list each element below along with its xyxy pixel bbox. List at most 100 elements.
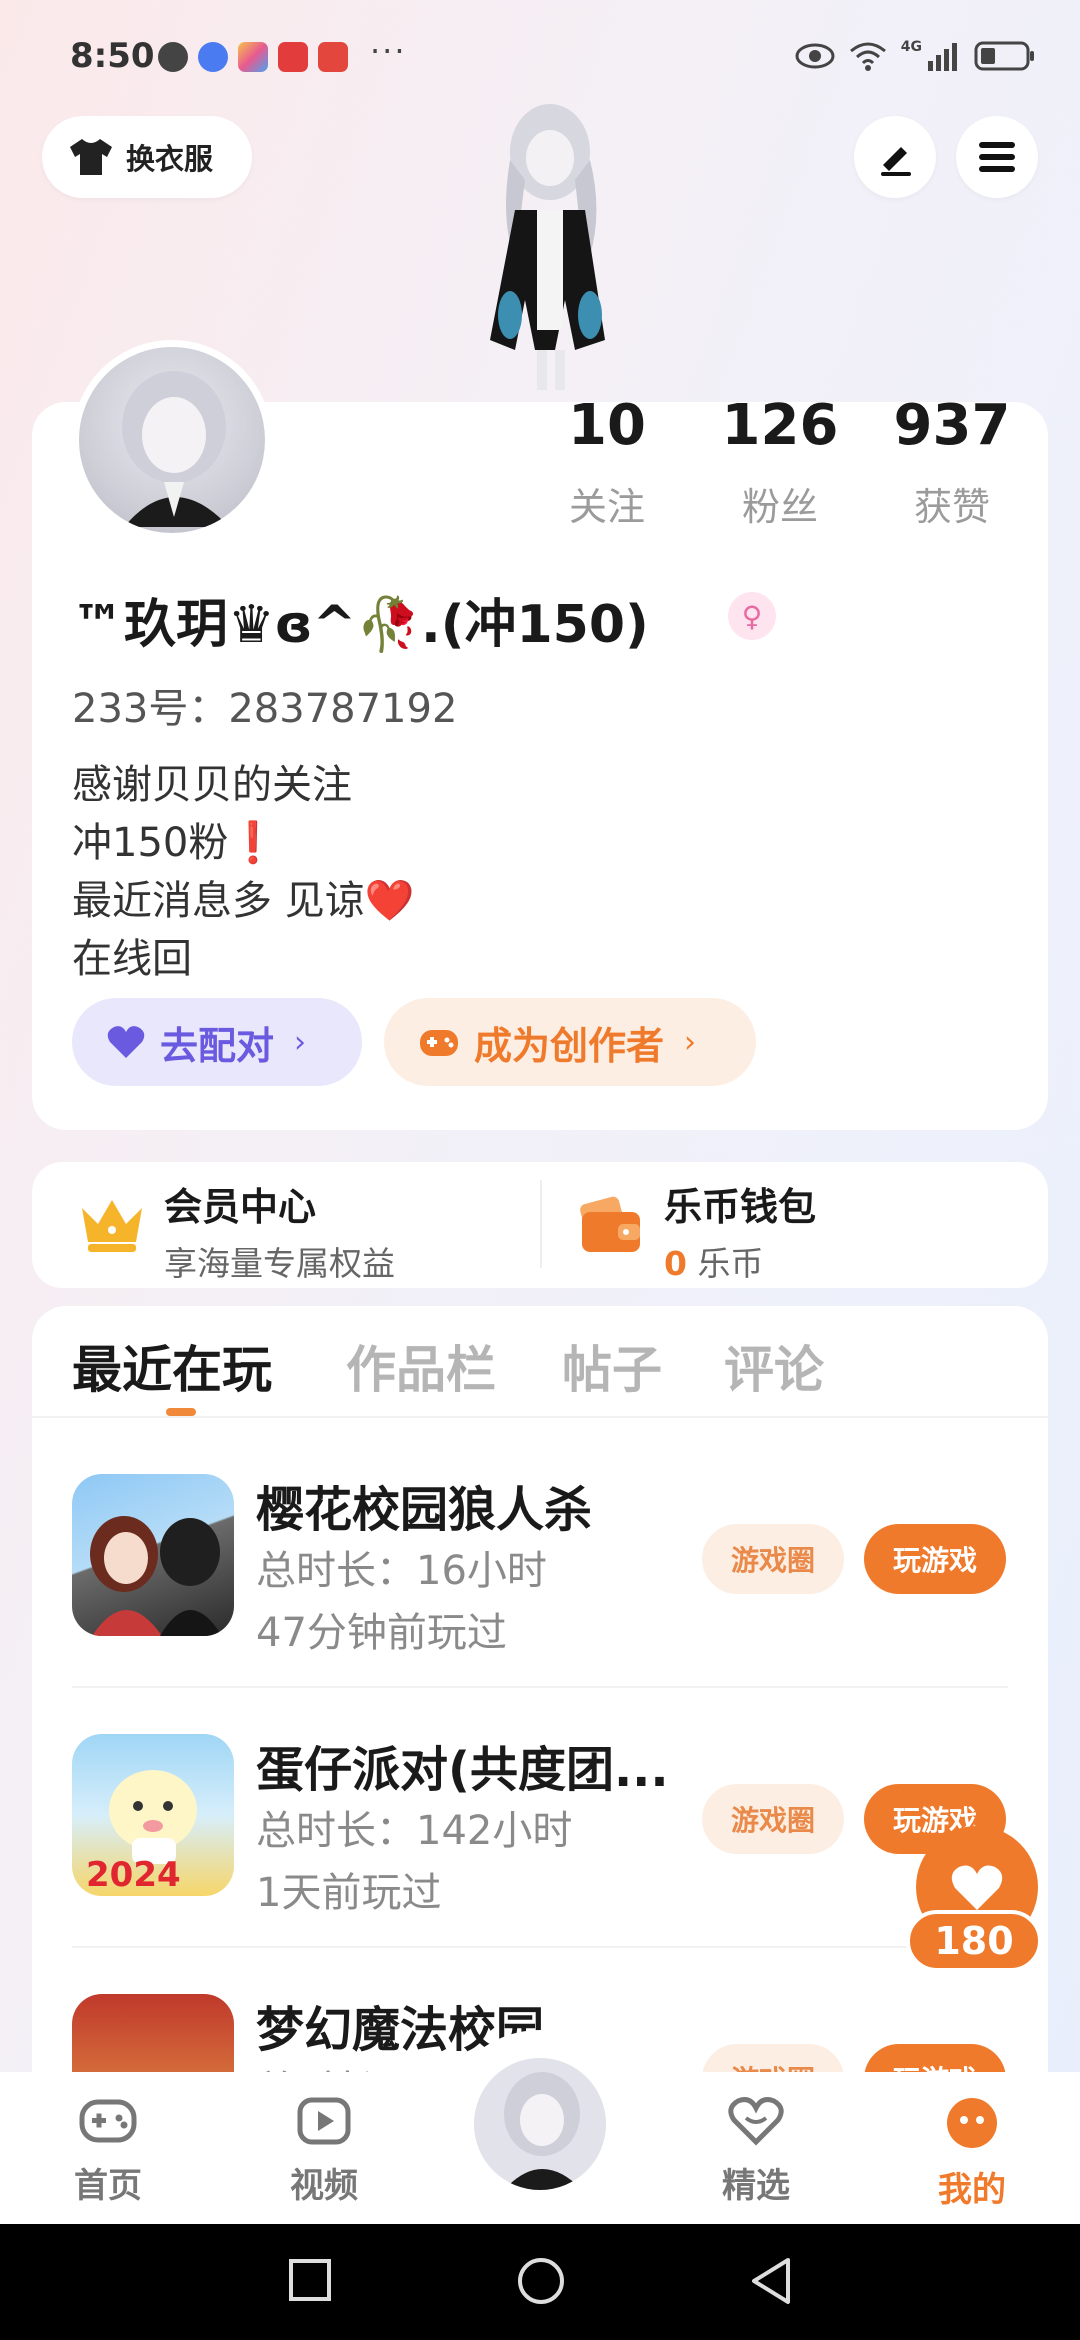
bio-line: 冲150粉❗	[72, 820, 279, 866]
avatar-image	[474, 2058, 606, 2190]
eye-icon	[795, 43, 835, 69]
nav-picks[interactable]: 精选	[686, 2096, 826, 2207]
game-title: 樱花校园狼人杀	[256, 1482, 593, 1538]
bio-line: 在线回	[72, 936, 192, 982]
gamepad-icon	[79, 2099, 137, 2143]
game-icon	[72, 1994, 234, 2072]
game-icon-year-label: 2024	[86, 1855, 181, 1895]
game-row[interactable]: 2024 蛋仔派对(共度团... 总时长：142小时 1天前玩过 游戏圈 玩游戏	[32, 1690, 1048, 1950]
play-game-button[interactable]: 玩游戏	[864, 2044, 1006, 2072]
change-outfit-button[interactable]: 换衣服	[42, 116, 252, 198]
circle-icon	[518, 2258, 564, 2304]
play-icon	[297, 2097, 351, 2145]
user-id[interactable]: 233号：283787192	[72, 676, 457, 734]
pen-icon	[881, 147, 911, 176]
nav-home[interactable]: 首页	[38, 2096, 178, 2207]
bio-line: 感谢贝贝的关注	[72, 762, 352, 808]
game-title: 蛋仔派对(共度团...	[256, 1742, 669, 1798]
female-icon: ♀	[728, 592, 776, 640]
profile-face-icon	[947, 2098, 997, 2148]
stat-fans[interactable]: 126 粉丝	[700, 398, 860, 531]
battery-icon	[974, 41, 1034, 71]
menu-icon	[979, 142, 1015, 172]
divider	[32, 1416, 1048, 1418]
game-duration: 总时长：142小时	[256, 1808, 573, 1854]
home-button[interactable]	[516, 2256, 566, 2310]
square-icon	[289, 2259, 331, 2301]
game-row[interactable]: 樱花校园狼人杀 总时长：16小时 47分钟前玩过 游戏圈 玩游戏	[32, 1430, 1048, 1690]
divider	[540, 1180, 542, 1268]
wallet-balance: 0	[664, 1244, 687, 1283]
bio-line: 最近消息多 见谅❤️	[72, 878, 415, 924]
fans-count: 126	[721, 393, 839, 458]
tab-posts[interactable]: 帖子	[562, 1330, 662, 1402]
music-icon	[198, 42, 228, 72]
heart-icon	[107, 1026, 145, 1058]
nav-home-label: 首页	[74, 2166, 142, 2206]
wechat-icon	[158, 42, 188, 72]
menu-button[interactable]	[956, 116, 1038, 198]
stat-likes[interactable]: 937 获赞	[872, 398, 1032, 531]
stat-following[interactable]: 10 关注	[527, 398, 687, 531]
member-center-entry[interactable]: 会员中心 享海量专属权益	[164, 1176, 395, 1285]
heart-icon	[951, 1865, 1003, 1910]
play-game-button[interactable]: 玩游戏	[864, 1524, 1006, 1594]
shirt-icon	[70, 139, 112, 175]
nav-mine[interactable]: 我的	[902, 2096, 1042, 2211]
huawei-icon	[278, 42, 308, 72]
chevron-right-icon: ›	[684, 1024, 697, 1060]
game-icon	[72, 1474, 234, 1636]
nav-picks-label: 精选	[722, 2166, 790, 2206]
become-creator-button[interactable]: 成为创作者 ›	[384, 998, 756, 1086]
wallet-entry[interactable]: 乐币钱包 0 乐币	[664, 1176, 816, 1285]
nav-video-label: 视频	[290, 2166, 358, 2206]
game-icon: 2024	[72, 1734, 234, 1896]
match-button[interactable]: 去配对 ›	[72, 998, 362, 1086]
gamepad-icon	[420, 1030, 458, 1056]
become-creator-label: 成为创作者	[474, 1023, 665, 1068]
game-duration: 总时长：16小时	[256, 1548, 547, 1594]
following-count: 10	[568, 393, 646, 458]
tab-recent-played[interactable]: 最近在玩	[72, 1330, 272, 1402]
nav-video[interactable]: 视频	[254, 2096, 394, 2207]
game-circle-button[interactable]: 游戏圈	[702, 1524, 844, 1594]
notification-icons	[158, 42, 348, 72]
tab-works[interactable]: 作品栏	[346, 1330, 496, 1402]
member-center-title: 会员中心	[164, 1185, 317, 1229]
nav-avatar-button[interactable]	[470, 2054, 610, 2194]
avatar-image	[79, 347, 265, 533]
wallet-unit: 乐币	[697, 1244, 764, 1283]
nickname: ™玖玥♛ɞ^🥀.(冲150)	[72, 595, 649, 655]
recent-apps-button[interactable]	[288, 2258, 332, 2306]
like-count-badge: 180	[906, 1910, 1042, 1972]
member-center-subtitle: 享海量专属权益	[164, 1244, 395, 1283]
profile-avatar[interactable]	[72, 340, 272, 540]
heart-outline-icon	[728, 2097, 784, 2146]
game-circle-button[interactable]: 游戏圈	[702, 2044, 844, 2072]
edit-button[interactable]	[854, 116, 936, 198]
likes-label: 获赞	[913, 485, 990, 529]
chevron-right-icon: ›	[294, 1024, 307, 1060]
wallet-icon	[578, 1194, 644, 1258]
tab-comments[interactable]: 评论	[724, 1330, 824, 1402]
likes-count: 937	[893, 393, 1011, 458]
crown-icon	[76, 1192, 148, 1258]
game-last-played: 1天前玩过	[256, 1870, 442, 1916]
avatar-figure[interactable]	[455, 100, 635, 400]
status-time: 8:50	[70, 36, 155, 76]
fans-label: 粉丝	[741, 485, 818, 529]
divider	[72, 1686, 1008, 1688]
back-button[interactable]	[748, 2256, 794, 2310]
more-notifications-icon: ···	[370, 32, 407, 70]
wifi-icon	[849, 42, 886, 71]
store-icon	[238, 42, 268, 72]
divider	[72, 1946, 1008, 1948]
wallet-title: 乐币钱包	[664, 1185, 817, 1229]
back-triangle-icon	[752, 2258, 790, 2304]
game-circle-button[interactable]: 游戏圈	[702, 1784, 844, 1854]
game-duration: 总时长：6	[256, 2058, 441, 2072]
active-tab-indicator	[166, 1408, 196, 1416]
signal-icon	[928, 43, 957, 71]
following-label: 关注	[568, 485, 645, 529]
book-icon	[318, 42, 348, 72]
